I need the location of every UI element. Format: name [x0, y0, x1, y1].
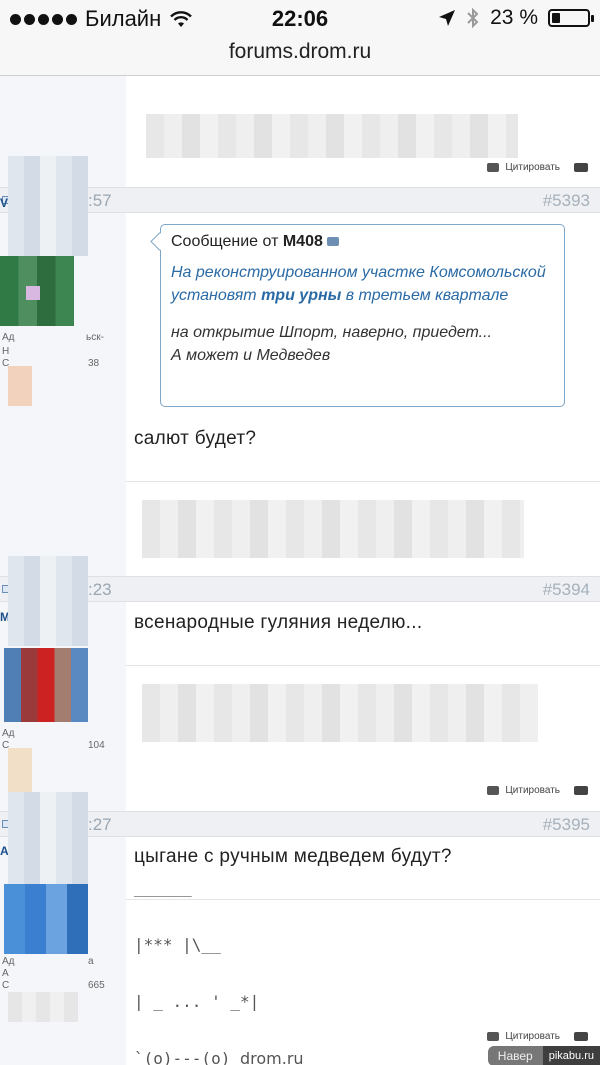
- status-bar: Билайн 22:06 23 %: [0, 0, 600, 40]
- user-post-count: 104: [88, 740, 105, 751]
- address-bar[interactable]: forums.drom.ru: [0, 40, 600, 76]
- avatar-detail: [26, 286, 40, 300]
- quote-author[interactable]: M408: [283, 233, 323, 250]
- post-number[interactable]: #5394: [543, 580, 590, 600]
- blurred-user-info: [8, 556, 88, 646]
- blurred-user-info: [8, 366, 32, 406]
- user-info-line: Ад: [2, 956, 15, 967]
- url-domain: forums.drom.ru: [228, 40, 372, 63]
- post-header: :57 #5393: [0, 187, 600, 213]
- post-time: :57: [88, 191, 112, 210]
- blurred-signature: [142, 500, 524, 558]
- watermark-site: pikabu.ru: [542, 1046, 600, 1065]
- view-post-icon[interactable]: [326, 237, 339, 247]
- quote-header: Сообщение от M408: [171, 233, 554, 251]
- blurred-user-info: [8, 748, 32, 792]
- location-arrow-icon: [439, 10, 456, 26]
- quote-extra-text: на открытие Шпорт, наверно, приедет... А…: [171, 324, 492, 364]
- bluetooth-icon: [467, 7, 479, 29]
- quote-button[interactable]: Цитировать: [487, 1031, 588, 1042]
- post-time: :27: [88, 815, 112, 834]
- battery-percent: 23 %: [490, 6, 538, 29]
- quote-button-label: Цитировать: [505, 162, 560, 173]
- forum-page: Цитировать :57 #5393 V Ад ьск- Н С 38 Со…: [0, 76, 600, 1065]
- post-message: салют будет?: [134, 428, 257, 449]
- blurred-signature: [146, 114, 518, 158]
- post-header: :23 #5394: [0, 576, 600, 602]
- blurred-signature: [142, 684, 538, 742]
- battery-icon: [548, 9, 594, 27]
- multiquote-icon[interactable]: [574, 1032, 588, 1041]
- pikabu-watermark: Навер pikabu.ru: [487, 1046, 600, 1065]
- avatar[interactable]: [4, 648, 88, 722]
- post-number[interactable]: #5393: [543, 191, 590, 211]
- post-header: :27 #5395: [0, 811, 600, 837]
- quote-button-label: Цитировать: [505, 1031, 560, 1042]
- quote-button[interactable]: Цитировать: [487, 785, 588, 796]
- user-post-count: 665: [88, 980, 105, 991]
- post-time: :23: [88, 580, 112, 599]
- multiquote-icon[interactable]: [574, 163, 588, 172]
- avatar[interactable]: [4, 884, 88, 954]
- quote-button-label: Цитировать: [505, 785, 560, 796]
- quote-icon: [487, 786, 500, 795]
- user-info-line: С: [2, 980, 10, 991]
- blurred-user-info: [8, 992, 78, 1022]
- user-info-line: Ад: [2, 332, 15, 343]
- blurred-user-info: [8, 156, 88, 256]
- quote-box: Сообщение от M408 На реконструированном …: [160, 224, 565, 407]
- user-name[interactable]: V: [0, 196, 8, 210]
- multiquote-icon[interactable]: [574, 786, 588, 795]
- user-info-line: Н: [2, 346, 10, 357]
- user-info-line: А: [2, 968, 9, 979]
- user-info-line: ьск-: [86, 332, 104, 343]
- user-info-line: а: [88, 956, 94, 967]
- post-number[interactable]: #5395: [543, 815, 590, 835]
- battery-level: [552, 13, 560, 23]
- signature-divider: [126, 665, 600, 666]
- signature-divider: [126, 481, 600, 482]
- user-info-line: Ад: [2, 728, 15, 739]
- blurred-user-info: [8, 792, 88, 884]
- quote-icon: [487, 163, 500, 172]
- user-post-count: 38: [88, 358, 100, 369]
- quote-icon: [487, 1032, 500, 1041]
- scroll-up-button[interactable]: Навер: [487, 1046, 543, 1065]
- signature-domain: drom.ru: [239, 1049, 304, 1065]
- ascii-car-signature: ______ |*** |\__ | _ ... ' _*| `(o)---(o…: [134, 840, 304, 1065]
- quote-button[interactable]: Цитировать: [487, 162, 588, 173]
- post-message: всенародные гуляния неделю...: [134, 612, 423, 633]
- quote-text: На реконструированном участке Комсомольс…: [171, 264, 546, 304]
